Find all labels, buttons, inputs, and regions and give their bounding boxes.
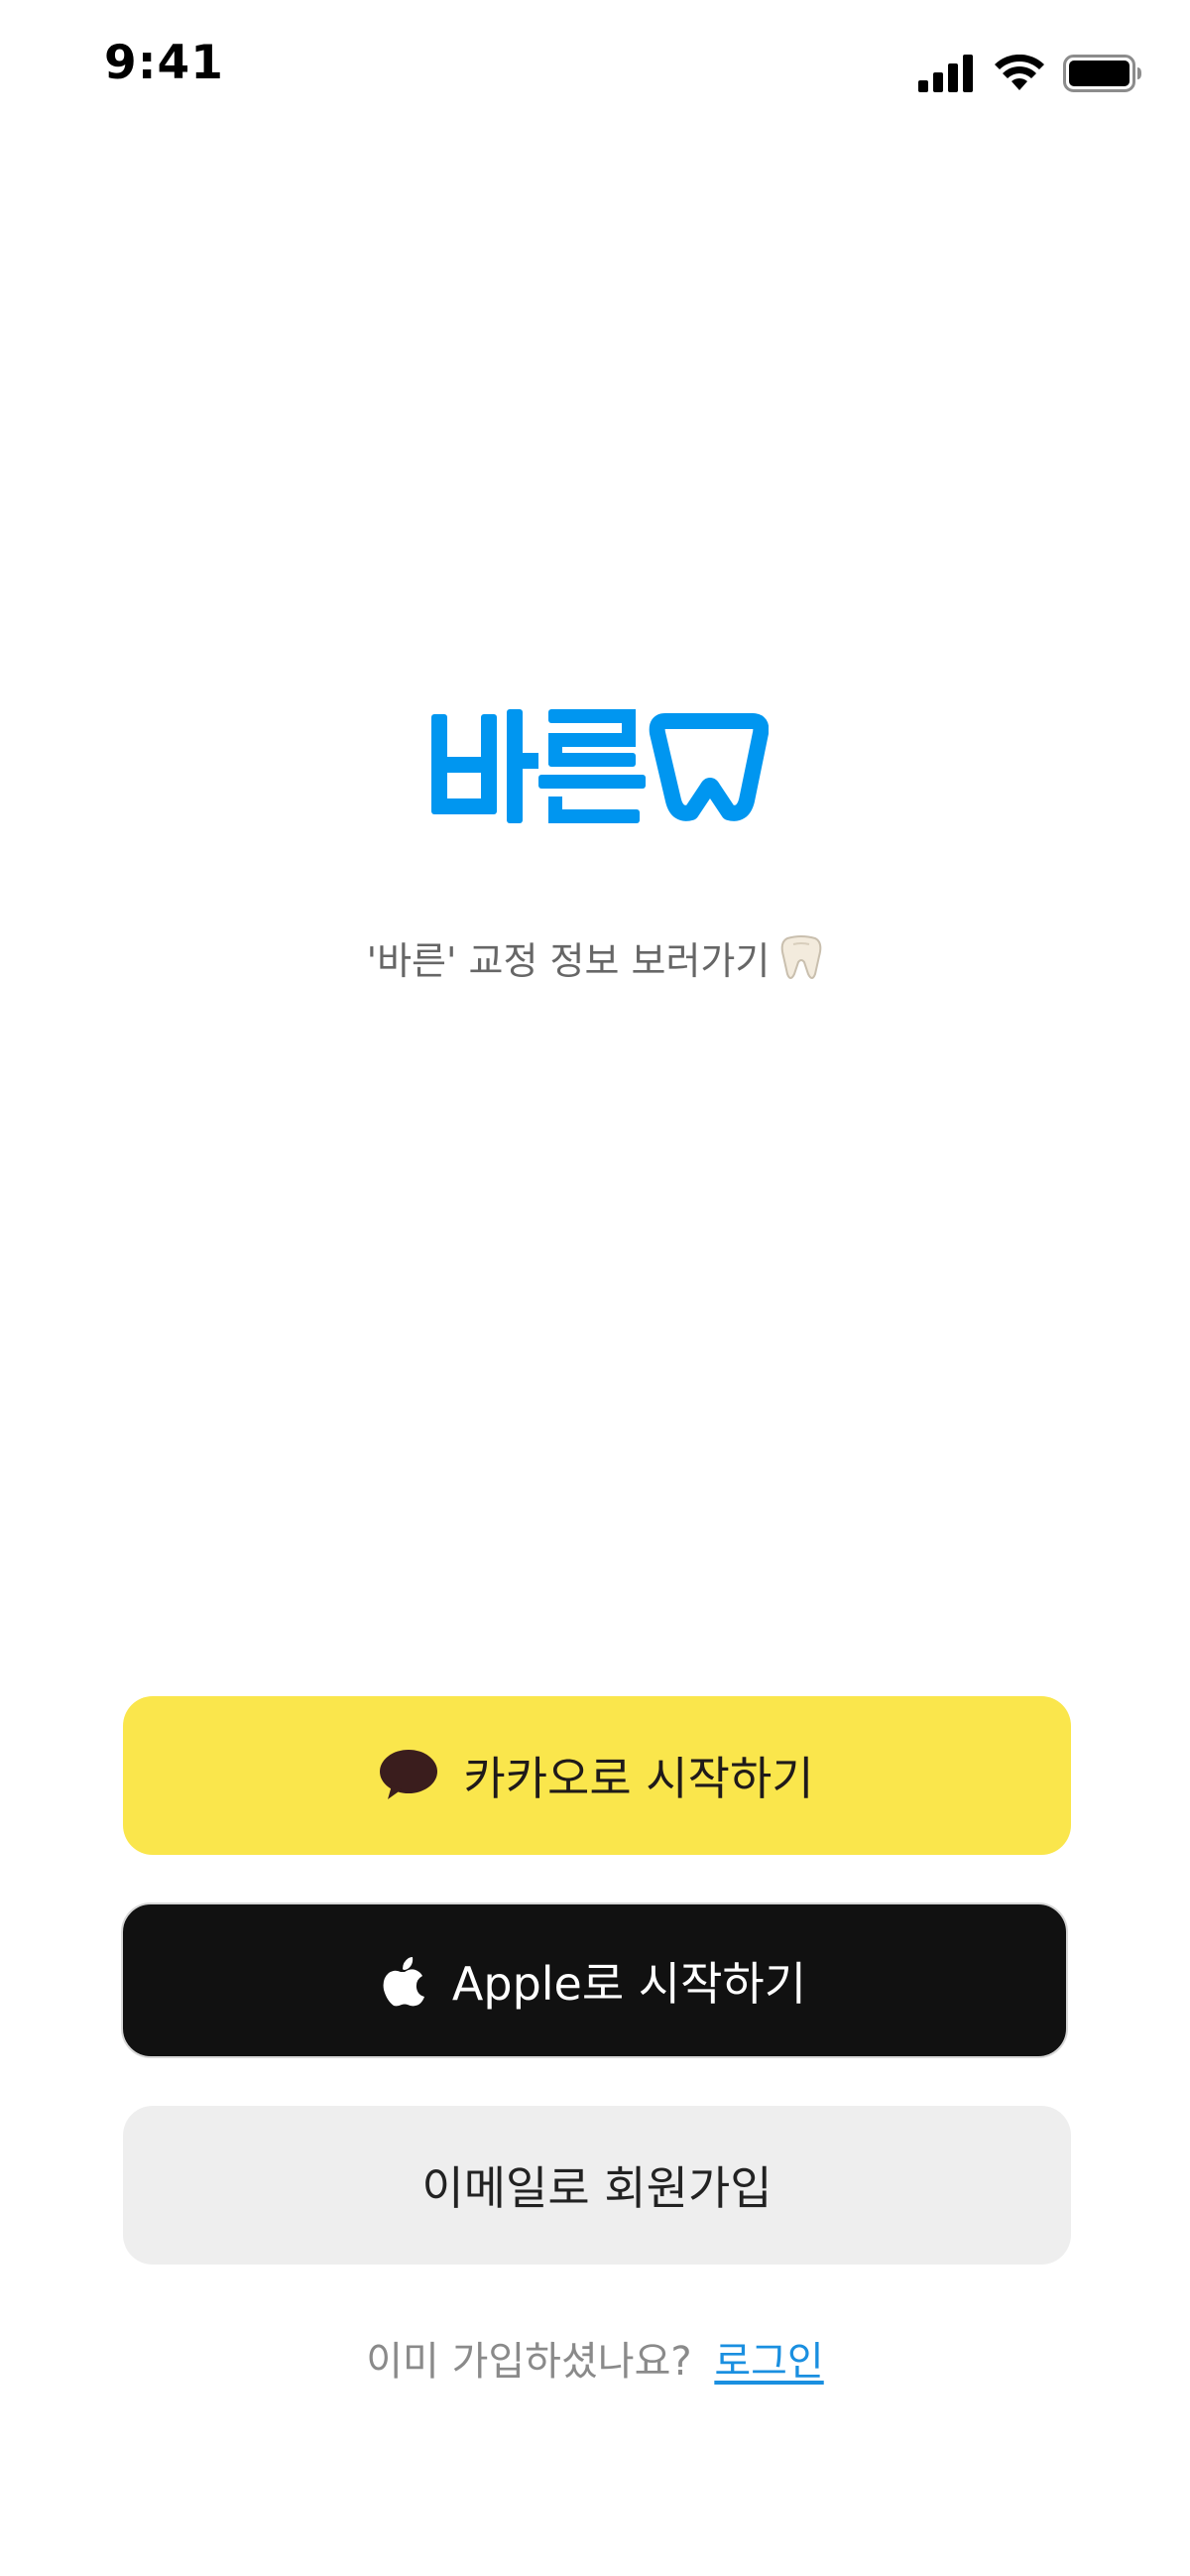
apple-icon xyxy=(383,1956,424,2006)
wifi-icon xyxy=(995,55,1044,90)
status-bar: 9:41 xyxy=(0,0,1190,149)
email-signup-button[interactable]: 이메일로 회원가입 xyxy=(123,2106,1071,2265)
login-row: 이미 가입하셨나요? 로그인 xyxy=(0,2329,1190,2387)
kakao-login-label: 카카오로 시작하기 xyxy=(463,1752,814,1805)
tagline-text: '바른' 교정 정보 보러가기 xyxy=(366,939,771,983)
apple-login-label: Apple로 시작하기 xyxy=(451,1956,807,2011)
battery-icon xyxy=(1063,55,1141,92)
apple-login-button[interactable]: Apple로 시작하기 xyxy=(121,1902,1068,2058)
tooth-outline-icon xyxy=(649,713,769,821)
signal-icon xyxy=(918,55,973,92)
speech-bubble-icon xyxy=(380,1750,438,1799)
logo-text-glyph-reun xyxy=(538,709,646,823)
status-time: 9:41 xyxy=(104,36,224,90)
app-logo xyxy=(431,709,769,823)
login-link[interactable]: 로그인 xyxy=(714,2339,823,2385)
kakao-login-button[interactable]: 카카오로 시작하기 xyxy=(123,1696,1071,1855)
status-icons xyxy=(918,52,1142,95)
email-signup-label: 이메일로 회원가입 xyxy=(421,2161,773,2215)
tagline: '바른' 교정 정보 보러가기 xyxy=(0,930,1190,985)
logo-text-glyph-ba xyxy=(431,709,538,823)
tooth-icon xyxy=(781,934,822,979)
login-prompt: 이미 가입하셨나요? xyxy=(366,2339,692,2385)
